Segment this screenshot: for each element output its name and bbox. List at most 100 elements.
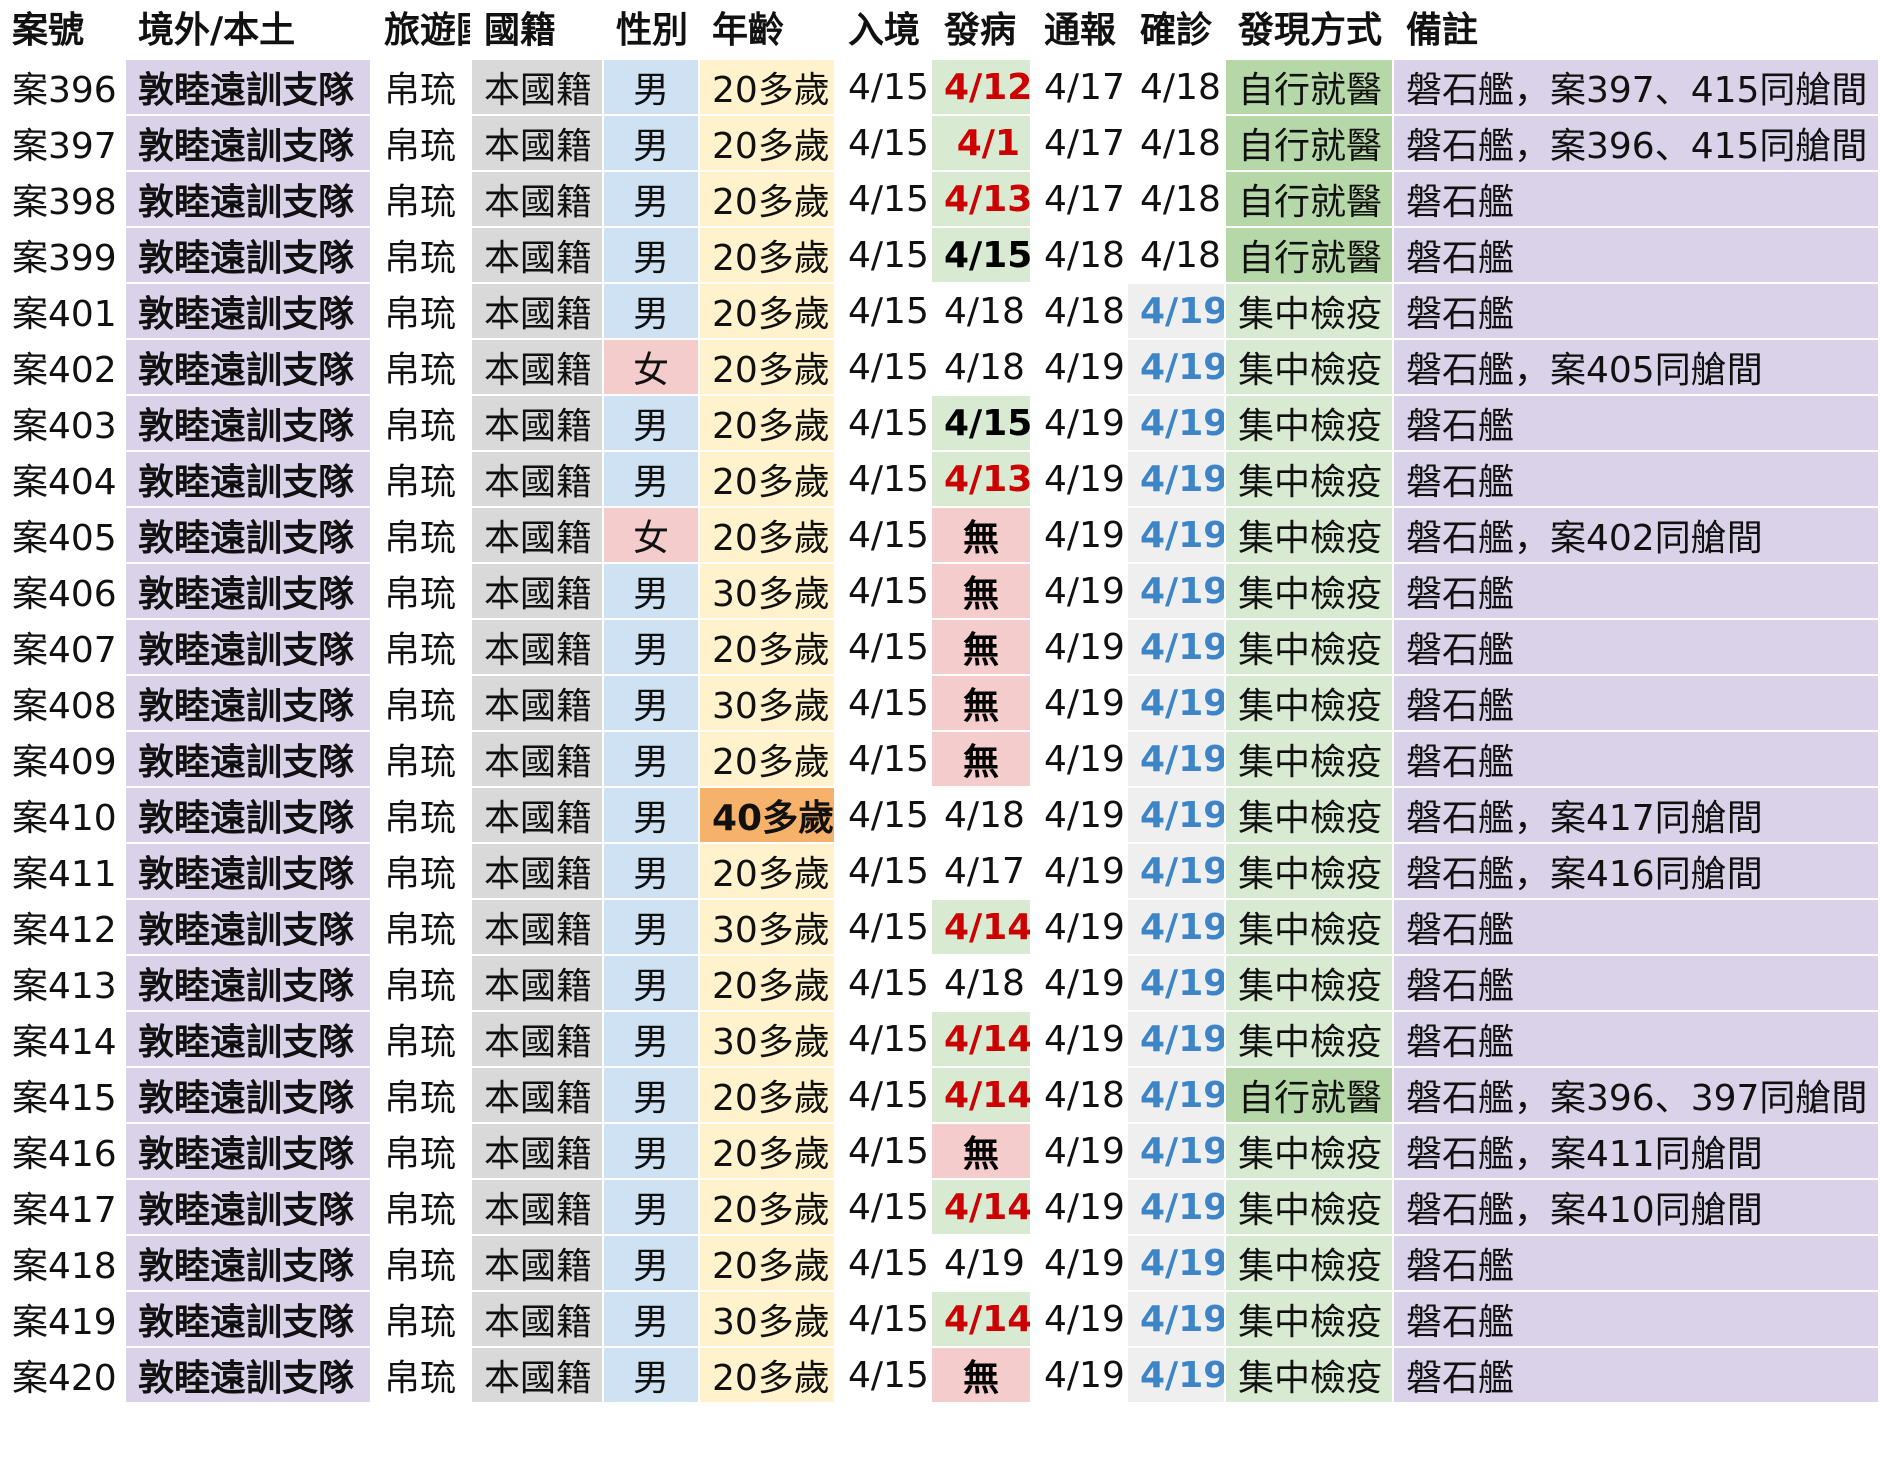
cell-nationality[interactable]: 本國籍 bbox=[472, 284, 604, 340]
cell-age[interactable]: 20多歲 bbox=[700, 956, 836, 1012]
cell-note[interactable]: 磐石艦 bbox=[1394, 1236, 1880, 1292]
cell-origin[interactable]: 敦睦遠訓支隊 bbox=[126, 396, 372, 452]
cell-entry[interactable]: 4/15 bbox=[836, 228, 932, 284]
cell-age[interactable]: 20多歲 bbox=[700, 620, 836, 676]
cell-case[interactable]: 案396 bbox=[0, 60, 126, 116]
cell-notify[interactable]: 4/19 bbox=[1032, 508, 1128, 564]
cell-note[interactable]: 磐石艦 bbox=[1394, 452, 1880, 508]
cell-entry[interactable]: 4/15 bbox=[836, 1012, 932, 1068]
cell-onset[interactable]: 4/1 bbox=[932, 116, 1032, 172]
cell-travel[interactable]: 帛琉 bbox=[372, 676, 472, 732]
cell-discovery[interactable]: 集中檢疫 bbox=[1226, 1124, 1394, 1180]
cell-origin[interactable]: 敦睦遠訓支隊 bbox=[126, 1292, 372, 1348]
cell-nationality[interactable]: 本國籍 bbox=[472, 1180, 604, 1236]
cell-age[interactable]: 20多歲 bbox=[700, 228, 836, 284]
cell-sex[interactable]: 男 bbox=[604, 676, 700, 732]
cell-sex[interactable]: 男 bbox=[604, 844, 700, 900]
cell-sex[interactable]: 男 bbox=[604, 900, 700, 956]
cell-nationality[interactable]: 本國籍 bbox=[472, 60, 604, 116]
cell-nationality[interactable]: 本國籍 bbox=[472, 508, 604, 564]
cell-age[interactable]: 20多歲 bbox=[700, 340, 836, 396]
cell-origin[interactable]: 敦睦遠訓支隊 bbox=[126, 844, 372, 900]
cell-case[interactable]: 案407 bbox=[0, 620, 126, 676]
cell-note[interactable]: 磐石艦 bbox=[1394, 1348, 1880, 1404]
cell-notify[interactable]: 4/19 bbox=[1032, 1124, 1128, 1180]
table-row[interactable]: 案396 敦睦遠訓支隊 帛琉 本國籍男 20多歲 4/15 4/12 4/17 4/18 自行就醫… bbox=[0, 60, 1880, 116]
cell-onset[interactable]: 無 bbox=[932, 620, 1032, 676]
cell-discovery[interactable]: 自行就醫 bbox=[1226, 1068, 1394, 1124]
cell-travel[interactable]: 帛琉 bbox=[372, 172, 472, 228]
cell-onset[interactable]: 無 bbox=[932, 564, 1032, 620]
cell-entry[interactable]: 4/15 bbox=[836, 1348, 932, 1404]
cell-confirm[interactable]: 4/18 bbox=[1128, 228, 1226, 284]
table-row[interactable]: 案405 敦睦遠訓支隊 帛琉 本國籍女 20多歲 4/15 無 4/19 4/19 集中檢疫 磐石艦… bbox=[0, 508, 1880, 564]
cell-case[interactable]: 案404 bbox=[0, 452, 126, 508]
cell-notify[interactable]: 4/18 bbox=[1032, 1068, 1128, 1124]
cell-age[interactable]: 20多歲 bbox=[700, 284, 836, 340]
table-row[interactable]: 案420 敦睦遠訓支隊 帛琉 本國籍男 20多歲 4/15 無 4/19 4/19 集中檢疫 磐石艦 bbox=[0, 1348, 1880, 1404]
cell-note[interactable]: 磐石艦，案396、397同艙間 bbox=[1394, 1068, 1880, 1124]
cell-age[interactable]: 20多歲 bbox=[700, 508, 836, 564]
cell-travel[interactable]: 帛琉 bbox=[372, 732, 472, 788]
cell-note[interactable]: 磐石艦 bbox=[1394, 564, 1880, 620]
cell-confirm[interactable]: 4/18 bbox=[1128, 172, 1226, 228]
cell-travel[interactable]: 帛琉 bbox=[372, 1180, 472, 1236]
cell-discovery[interactable]: 集中檢疫 bbox=[1226, 396, 1394, 452]
header-confirm[interactable]: 確診 bbox=[1128, 0, 1226, 60]
cell-case[interactable]: 案398 bbox=[0, 172, 126, 228]
cell-origin[interactable]: 敦睦遠訓支隊 bbox=[126, 788, 372, 844]
table-row[interactable]: 案418 敦睦遠訓支隊 帛琉 本國籍男 20多歲 4/15 4/19 4/19 4/19 集中檢疫… bbox=[0, 1236, 1880, 1292]
cell-nationality[interactable]: 本國籍 bbox=[472, 116, 604, 172]
cell-travel[interactable]: 帛琉 bbox=[372, 788, 472, 844]
table-row[interactable]: 案415 敦睦遠訓支隊 帛琉 本國籍男 20多歲 4/15 4/14 4/18 4/19 自行就醫… bbox=[0, 1068, 1880, 1124]
cell-discovery[interactable]: 集中檢疫 bbox=[1226, 1180, 1394, 1236]
cell-discovery[interactable]: 集中檢疫 bbox=[1226, 1012, 1394, 1068]
header-discovery[interactable]: 發現方式 bbox=[1226, 0, 1394, 60]
cell-age[interactable]: 20多歲 bbox=[700, 396, 836, 452]
cell-discovery[interactable]: 集中檢疫 bbox=[1226, 900, 1394, 956]
cell-case[interactable]: 案405 bbox=[0, 508, 126, 564]
cell-notify[interactable]: 4/19 bbox=[1032, 1012, 1128, 1068]
cell-sex[interactable]: 男 bbox=[604, 228, 700, 284]
cell-age[interactable]: 20多歲 bbox=[700, 1068, 836, 1124]
cell-discovery[interactable]: 自行就醫 bbox=[1226, 172, 1394, 228]
cell-nationality[interactable]: 本國籍 bbox=[472, 452, 604, 508]
cell-origin[interactable]: 敦睦遠訓支隊 bbox=[126, 284, 372, 340]
cell-onset[interactable]: 4/14 bbox=[932, 900, 1032, 956]
cell-sex[interactable]: 男 bbox=[604, 60, 700, 116]
cell-onset[interactable]: 4/14 bbox=[932, 1292, 1032, 1348]
table-row[interactable]: 案401 敦睦遠訓支隊 帛琉 本國籍男 20多歲 4/15 4/18 4/18 4/19 集中檢疫… bbox=[0, 284, 1880, 340]
cell-case[interactable]: 案417 bbox=[0, 1180, 126, 1236]
header-entry[interactable]: 入境 bbox=[836, 0, 932, 60]
cell-confirm[interactable]: 4/19 bbox=[1128, 1012, 1226, 1068]
cell-notify[interactable]: 4/19 bbox=[1032, 452, 1128, 508]
cell-nationality[interactable]: 本國籍 bbox=[472, 900, 604, 956]
cell-travel[interactable]: 帛琉 bbox=[372, 620, 472, 676]
cell-travel[interactable]: 帛琉 bbox=[372, 228, 472, 284]
cell-onset[interactable]: 4/14 bbox=[932, 1012, 1032, 1068]
cell-onset[interactable]: 4/19 bbox=[932, 1236, 1032, 1292]
cell-age[interactable]: 30多歲 bbox=[700, 564, 836, 620]
cell-notify[interactable]: 4/19 bbox=[1032, 732, 1128, 788]
cell-discovery[interactable]: 集中檢疫 bbox=[1226, 452, 1394, 508]
table-row[interactable]: 案409 敦睦遠訓支隊 帛琉 本國籍男 20多歲 4/15 無 4/19 4/19 集中檢疫 磐石艦 bbox=[0, 732, 1880, 788]
cell-onset[interactable]: 4/13 bbox=[932, 452, 1032, 508]
cell-travel[interactable]: 帛琉 bbox=[372, 340, 472, 396]
cell-discovery[interactable]: 集中檢疫 bbox=[1226, 732, 1394, 788]
cell-nationality[interactable]: 本國籍 bbox=[472, 172, 604, 228]
table-row[interactable]: 案404 敦睦遠訓支隊 帛琉 本國籍男 20多歲 4/15 4/13 4/19 4/19 集中檢疫… bbox=[0, 452, 1880, 508]
cell-sex[interactable]: 男 bbox=[604, 452, 700, 508]
cell-confirm[interactable]: 4/19 bbox=[1128, 1068, 1226, 1124]
cell-travel[interactable]: 帛琉 bbox=[372, 452, 472, 508]
table-row[interactable]: 案399 敦睦遠訓支隊 帛琉 本國籍男 20多歲 4/15 4/15 4/18 4/18 自行就醫… bbox=[0, 228, 1880, 284]
cell-onset[interactable]: 4/15 bbox=[932, 228, 1032, 284]
cell-onset[interactable]: 4/13 bbox=[932, 172, 1032, 228]
cell-note[interactable]: 磐石艦，案396、415同艙間 bbox=[1394, 116, 1880, 172]
cell-origin[interactable]: 敦睦遠訓支隊 bbox=[126, 1236, 372, 1292]
cell-travel[interactable]: 帛琉 bbox=[372, 1292, 472, 1348]
table-row[interactable]: 案413 敦睦遠訓支隊 帛琉 本國籍男 20多歲 4/15 4/18 4/19 4/19 集中檢疫… bbox=[0, 956, 1880, 1012]
table-row[interactable]: 案419 敦睦遠訓支隊 帛琉 本國籍男 30多歲 4/15 4/14 4/19 4/19 集中檢疫… bbox=[0, 1292, 1880, 1348]
cell-origin[interactable]: 敦睦遠訓支隊 bbox=[126, 60, 372, 116]
cell-confirm[interactable]: 4/19 bbox=[1128, 620, 1226, 676]
cell-age[interactable]: 30多歲 bbox=[700, 676, 836, 732]
